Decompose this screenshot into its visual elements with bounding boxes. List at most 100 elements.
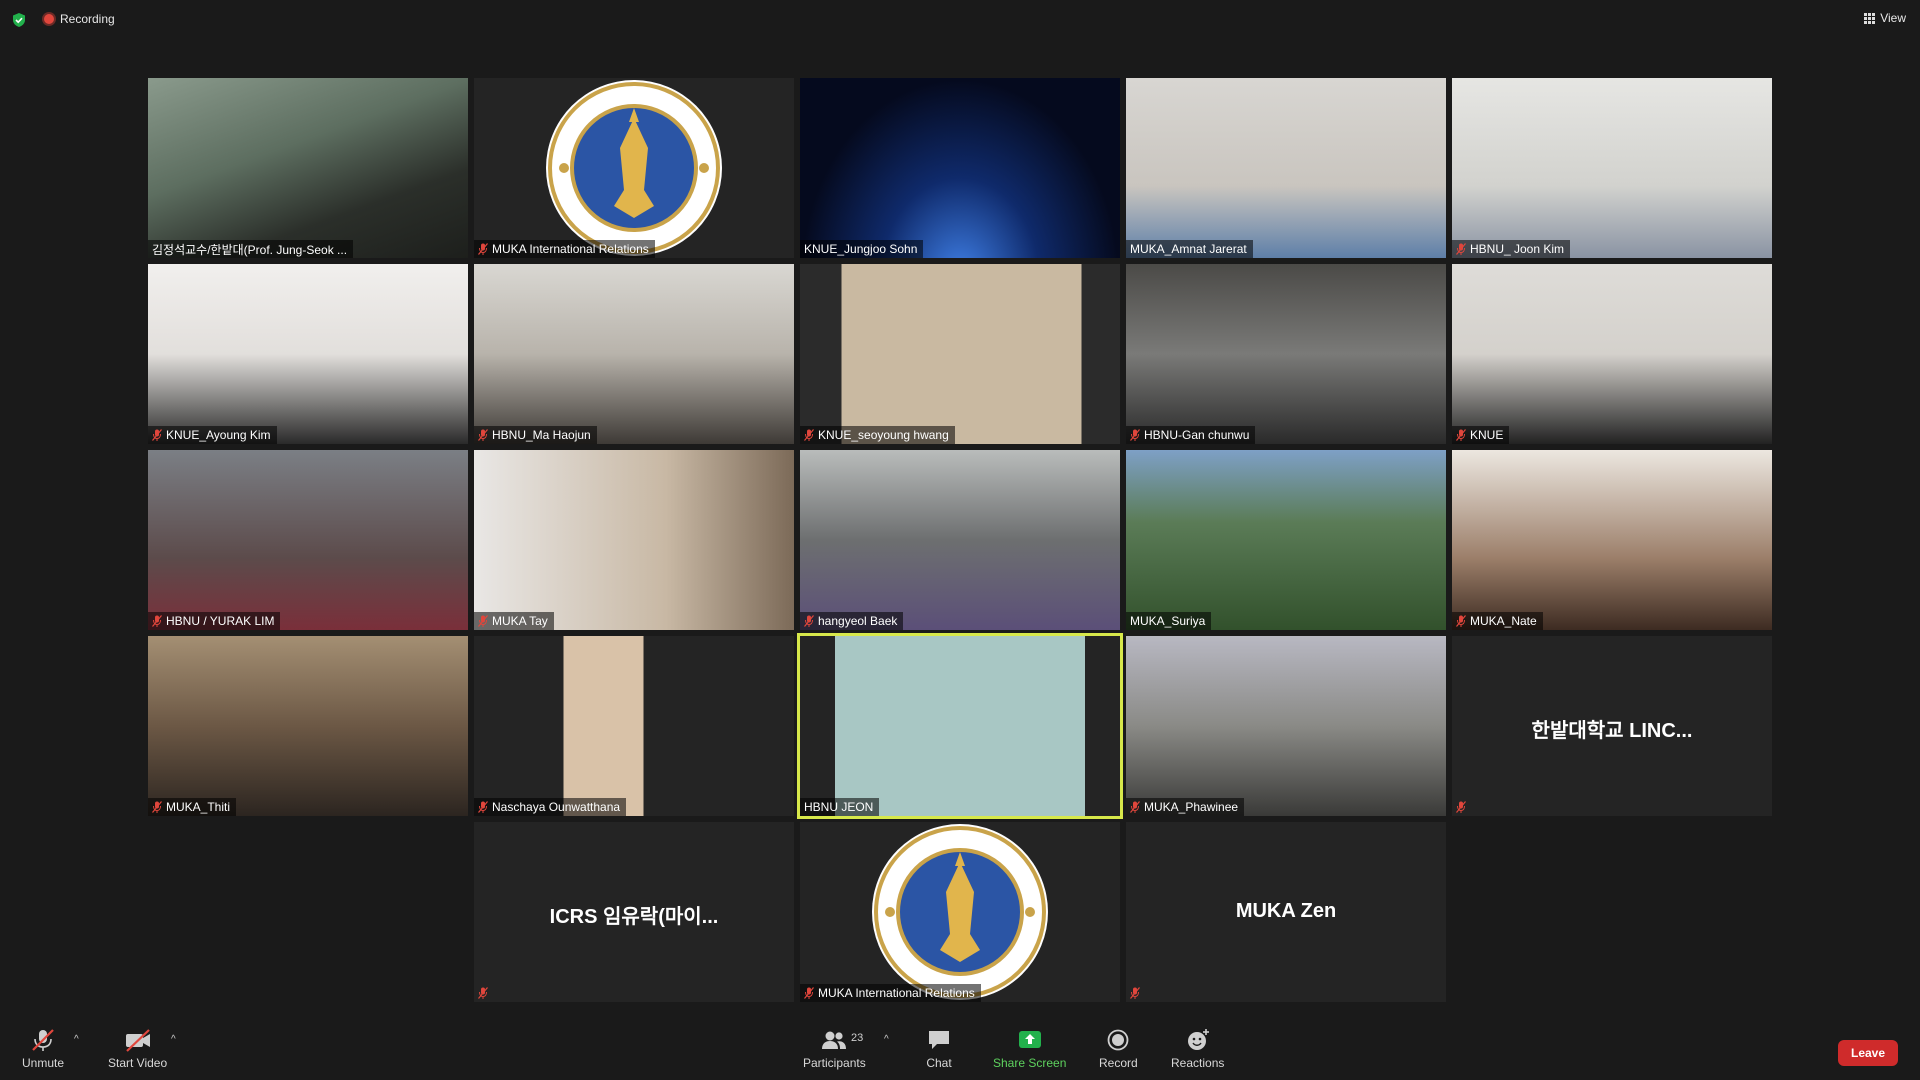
participant-video-feed: [800, 264, 1120, 444]
participant-tile[interactable]: MUKA_Phawinee: [1126, 636, 1446, 816]
participant-tile[interactable]: KNUE_Jungjoo Sohn: [800, 78, 1120, 258]
start-video-button[interactable]: Start Video: [108, 1028, 167, 1070]
participant-display-name: 한밭대학교 LINC...: [1531, 720, 1693, 742]
participant-nameplate: [1452, 798, 1472, 816]
participant-profile-logo: [800, 822, 1120, 1002]
participant-nameplate: HBNU_ Joon Kim: [1452, 240, 1571, 258]
participant-nameplate: KNUE_Jungjoo Sohn: [800, 240, 924, 258]
participant-nameplate: MUKA_Suriya: [1126, 612, 1212, 630]
participant-video-feed: [1126, 636, 1446, 816]
muted-microphone-icon: [152, 615, 162, 627]
participant-name: MUKA_Phawinee: [1144, 800, 1239, 814]
participant-video-feed: [800, 78, 1120, 258]
reactions-button[interactable]: Reactions: [1171, 1028, 1224, 1070]
participant-name: HBNU_Ma Haojun: [492, 428, 591, 442]
recording-label: Recording: [60, 12, 115, 26]
leave-button[interactable]: Leave: [1838, 1040, 1898, 1066]
participant-video-feed: [1452, 450, 1772, 630]
participant-name: MUKA International Relations: [818, 986, 975, 1000]
record-button[interactable]: Record: [1099, 1028, 1138, 1070]
participant-tile[interactable]: MUKA_Nate: [1452, 450, 1772, 630]
participant-name: MUKA International Relations: [492, 242, 649, 256]
muted-microphone-icon: [1130, 429, 1140, 441]
audio-options-caret-icon[interactable]: ^: [74, 1034, 79, 1045]
muted-microphone-icon: [804, 987, 814, 999]
recording-indicator[interactable]: Recording: [44, 12, 115, 26]
participant-video-feed: [800, 450, 1120, 630]
record-icon: [1107, 1029, 1129, 1051]
video-options-caret-icon[interactable]: ^: [171, 1034, 176, 1045]
chat-button[interactable]: Chat: [926, 1028, 952, 1070]
participant-tile[interactable]: MUKA_Amnat Jarerat: [1126, 78, 1446, 258]
participant-name: MUKA_Amnat Jarerat: [1130, 242, 1247, 256]
unmute-button[interactable]: Unmute: [22, 1028, 64, 1070]
participant-video-feed: [800, 636, 1120, 816]
muted-microphone-icon: [152, 801, 162, 813]
participant-name: KNUE: [1470, 428, 1504, 442]
participant-tile[interactable]: HBNU-Gan chunwu: [1126, 264, 1446, 444]
muted-microphone-icon: [1456, 429, 1466, 441]
participant-tile[interactable]: 한밭대학교 LINC...: [1452, 636, 1772, 816]
record-label: Record: [1099, 1056, 1138, 1070]
participant-tile[interactable]: MUKA International Relations: [474, 78, 794, 258]
participant-tile[interactable]: hangyeol Baek: [800, 450, 1120, 630]
participant-tile[interactable]: KNUE_Ayoung Kim: [148, 264, 468, 444]
participant-tile[interactable]: HBNU_Ma Haojun: [474, 264, 794, 444]
gallery-grid: 김정석교수/한밭대(Prof. Jung-Seok ... MUKA Intern…: [148, 78, 1774, 1002]
muted-microphone-icon: [804, 615, 814, 627]
muted-microphone-icon: [152, 429, 162, 441]
participant-video-feed: [148, 636, 468, 816]
participant-tile[interactable]: Naschaya Ounwatthana: [474, 636, 794, 816]
unmute-label: Unmute: [22, 1056, 65, 1070]
participant-name: MUKA_Suriya: [1130, 614, 1206, 628]
participant-tile[interactable]: HBNU / YURAK LIM: [148, 450, 468, 630]
participant-video-feed: [474, 264, 794, 444]
muted-microphone-icon: [478, 243, 488, 255]
participant-tile[interactable]: 김정석교수/한밭대(Prof. Jung-Seok ...: [148, 78, 468, 258]
participant-tile[interactable]: MUKA Tay: [474, 450, 794, 630]
participant-nameplate: HBNU JEON: [800, 798, 880, 816]
view-button[interactable]: View: [1864, 11, 1906, 25]
participant-name: MUKA_Nate: [1470, 614, 1537, 628]
participant-nameplate: hangyeol Baek: [800, 612, 904, 630]
grid-view-icon: [1864, 12, 1876, 24]
participant-name: KNUE_seoyoung hwang: [818, 428, 949, 442]
chat-label: Chat: [926, 1056, 952, 1070]
participants-caret-icon[interactable]: ^: [884, 1034, 889, 1045]
participant-tile[interactable]: MUKA_Suriya: [1126, 450, 1446, 630]
muted-microphone-icon: [1456, 243, 1466, 255]
participant-tile[interactable]: KNUE: [1452, 264, 1772, 444]
participant-video-feed: [148, 78, 468, 258]
participant-name: MUKA_Thiti: [166, 800, 231, 814]
reactions-smiley-icon: [1187, 1029, 1209, 1050]
participant-name: HBNU-Gan chunwu: [1144, 428, 1250, 442]
view-label: View: [1880, 11, 1906, 25]
participant-nameplate: MUKA International Relations: [800, 984, 981, 1002]
muted-microphone-icon: [1130, 987, 1140, 999]
university-seal-icon: [546, 80, 722, 256]
participant-name: MUKA Tay: [492, 614, 548, 628]
university-seal-icon: [872, 824, 1048, 1000]
participant-tile[interactable]: HBNU JEON: [797, 633, 1123, 819]
participant-tile[interactable]: ICRS 임유락(마이...: [474, 822, 794, 1002]
participant-tile[interactable]: KNUE_seoyoung hwang: [800, 264, 1120, 444]
participant-nameplate: MUKA_Phawinee: [1126, 798, 1245, 816]
participant-nameplate: [474, 984, 494, 1002]
participant-nameplate: KNUE_Ayoung Kim: [148, 426, 277, 444]
participant-nameplate: MUKA_Amnat Jarerat: [1126, 240, 1253, 258]
participant-nameplate: MUKA_Thiti: [148, 798, 237, 816]
participant-tile[interactable]: MUKA International Relations: [800, 822, 1120, 1002]
participant-tile[interactable]: HBNU_ Joon Kim: [1452, 78, 1772, 258]
security-shield-icon[interactable]: [12, 13, 26, 27]
participant-nameplate: HBNU-Gan chunwu: [1126, 426, 1256, 444]
share-screen-button[interactable]: Share Screen: [993, 1028, 1066, 1070]
participant-video-feed: [1452, 78, 1772, 258]
participants-count: 23: [851, 1032, 864, 1044]
participant-nameplate: KNUE_seoyoung hwang: [800, 426, 955, 444]
participant-tile[interactable]: MUKA Zen: [1126, 822, 1446, 1002]
video-camera-off-icon: [125, 1029, 150, 1052]
participant-nameplate: Naschaya Ounwatthana: [474, 798, 627, 816]
meeting-toolbar: Unmute ^ Start Video ^ Participants 23 ^…: [0, 1020, 1920, 1080]
participant-tile[interactable]: MUKA_Thiti: [148, 636, 468, 816]
muted-microphone-icon: [1456, 615, 1466, 627]
